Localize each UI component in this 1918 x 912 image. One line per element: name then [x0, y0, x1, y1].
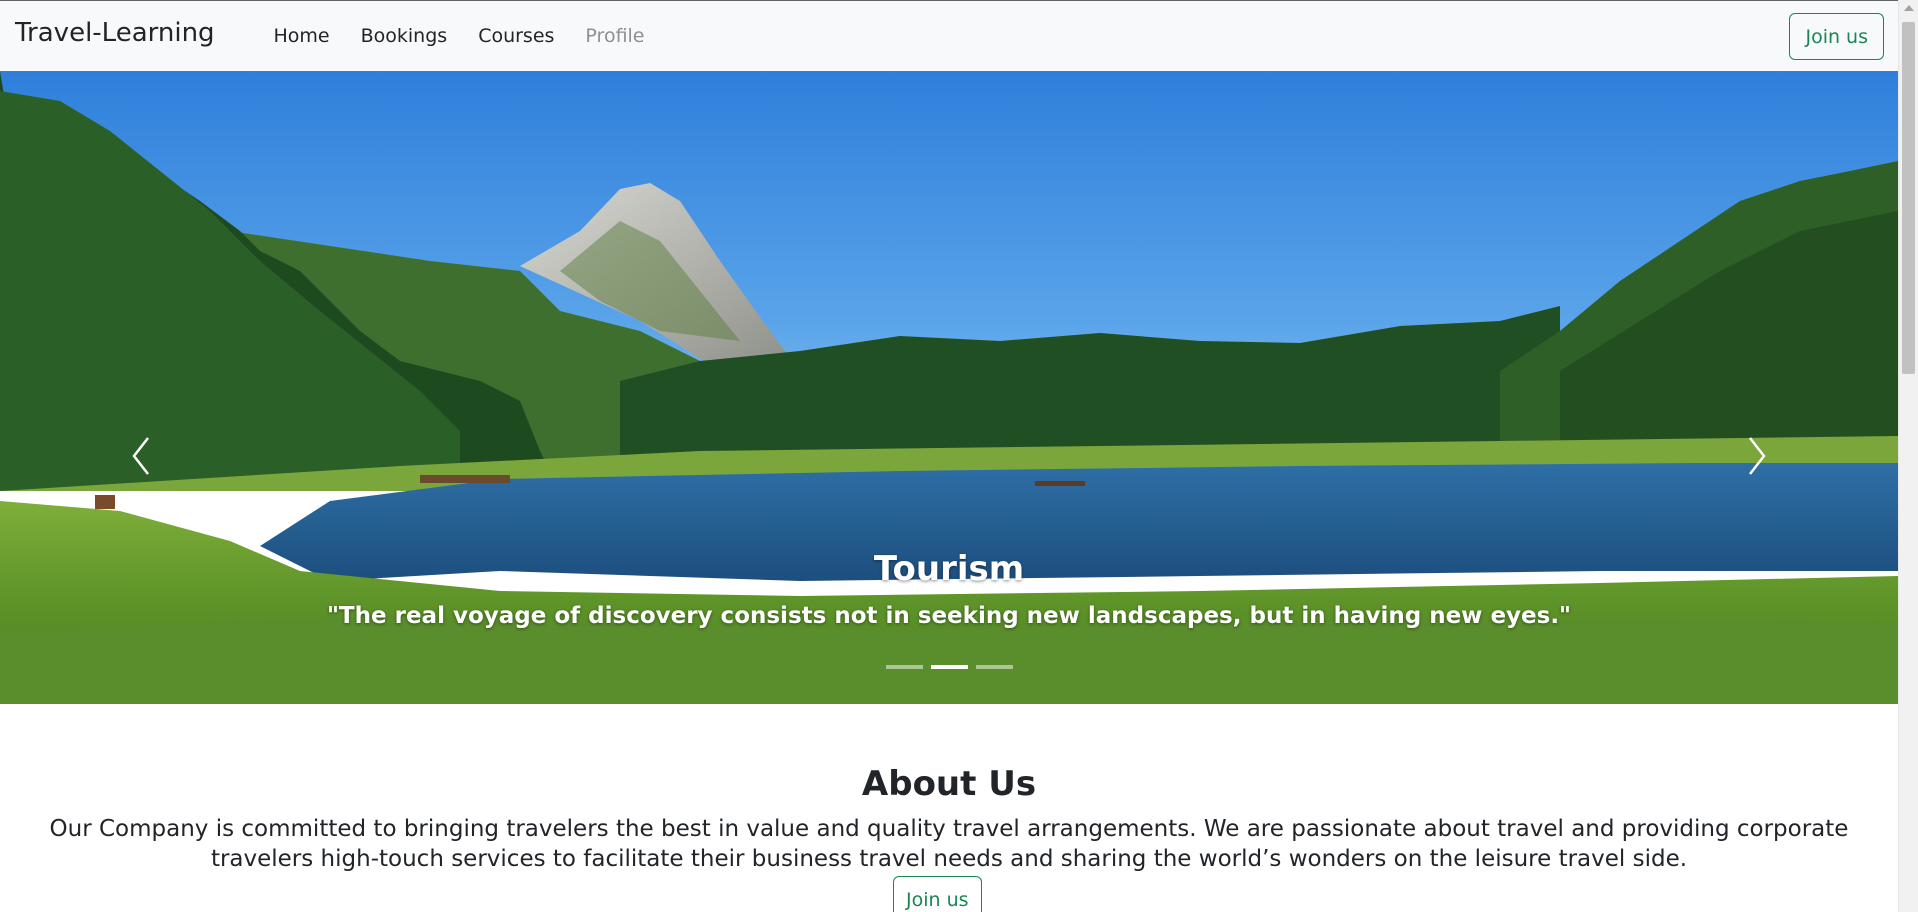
nav-link-home[interactable]: Home	[258, 23, 345, 49]
nav-link-bookings[interactable]: Bookings	[345, 23, 463, 49]
carousel-indicators	[0, 665, 1898, 669]
nav-link-profile: Profile	[585, 25, 645, 47]
about-section: About Us Our Company is committed to bri…	[0, 704, 1898, 912]
carousel-prev-button[interactable]	[124, 426, 160, 486]
carousel-next-button[interactable]	[1738, 426, 1774, 486]
carousel-indicator-1[interactable]	[885, 665, 923, 669]
carousel-caption-title: Tourism	[873, 549, 1025, 589]
page: Travel-Learning Home Bookings Courses Pr…	[0, 0, 1918, 912]
about-join-us-button[interactable]: Join us	[893, 876, 982, 912]
scroll-up-arrow-icon[interactable]	[1904, 5, 1914, 11]
carousel-indicator-2[interactable]	[930, 665, 968, 669]
about-title: About Us	[861, 764, 1037, 804]
nav-link-courses[interactable]: Courses	[463, 23, 570, 49]
chevron-left-icon	[132, 437, 149, 475]
navbar: Travel-Learning Home Bookings Courses Pr…	[0, 1, 1898, 71]
chevron-right-icon	[1749, 437, 1766, 475]
carousel-indicator-3[interactable]	[975, 665, 1013, 669]
vertical-scrollbar[interactable]	[1898, 0, 1918, 912]
hero-carousel: Tourism "The real voyage of discovery co…	[0, 71, 1898, 704]
about-text: Our Company is committed to bringing tra…	[49, 816, 1849, 872]
carousel-caption-quote: "The real voyage of discovery consists n…	[326, 603, 1572, 629]
join-us-button[interactable]: Join us	[1789, 13, 1884, 60]
nav-links: Home Bookings Courses Profile	[258, 23, 660, 49]
scrollbar-thumb[interactable]	[1902, 22, 1915, 374]
brand-link[interactable]: Travel-Learning	[15, 18, 215, 48]
